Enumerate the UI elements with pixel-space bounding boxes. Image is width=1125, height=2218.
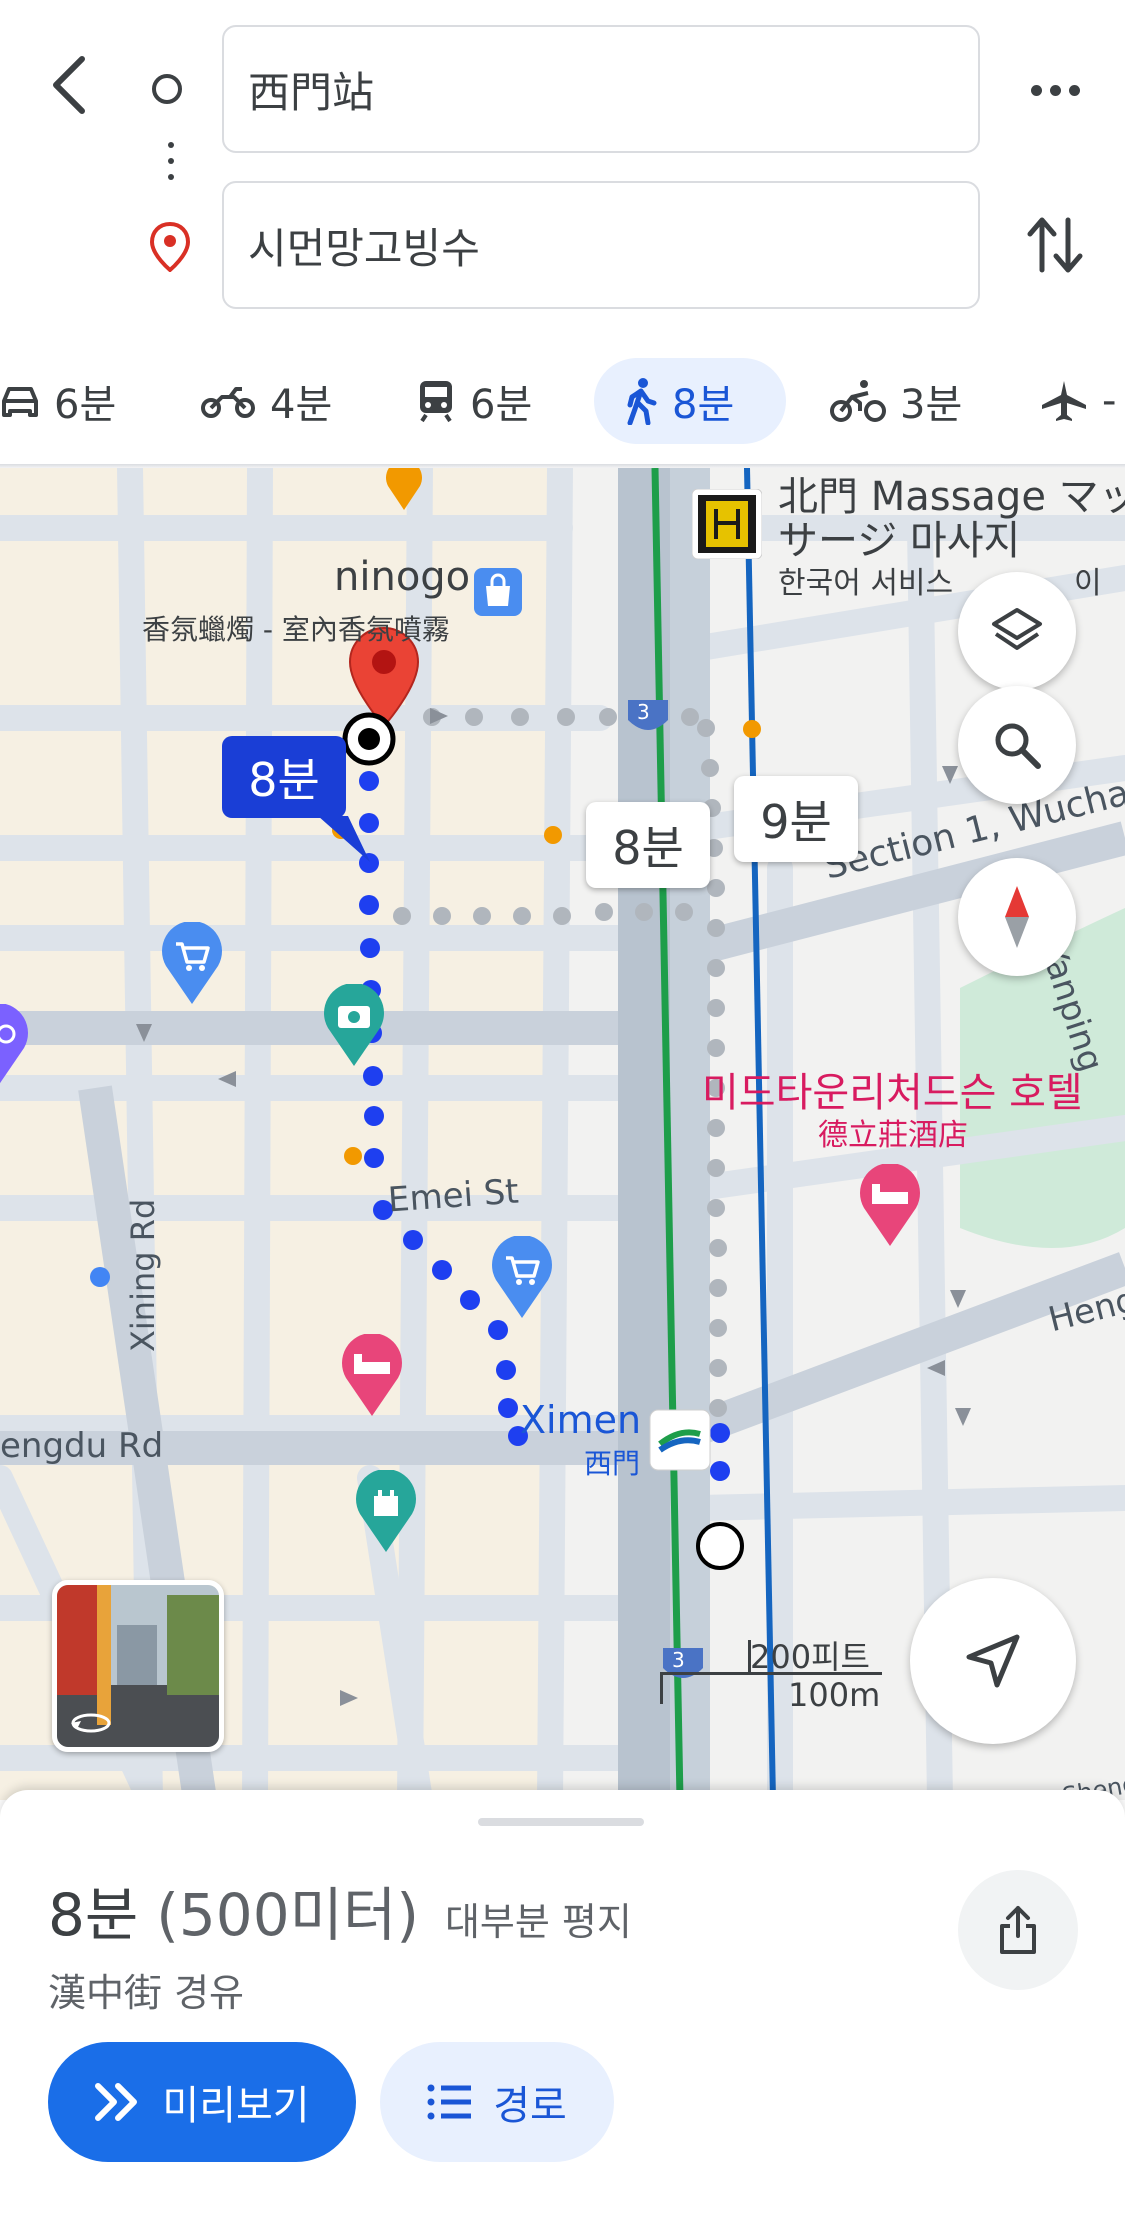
mode-tab-label: 6분 bbox=[470, 382, 533, 428]
map-label-hotel: 德立莊酒店 bbox=[818, 1118, 968, 1153]
mode-tab-bike[interactable]: 3분 bbox=[830, 358, 962, 444]
mode-tab-flight[interactable]: - bbox=[1040, 358, 1116, 444]
rotate-360-icon bbox=[71, 1713, 111, 1733]
shopping-bag-icon[interactable] bbox=[472, 566, 524, 618]
mode-tab-label: 4분 bbox=[270, 382, 333, 428]
preview-label: 미리보기 bbox=[162, 2083, 310, 2129]
map-view[interactable]: 北門 Massage マッ サージ 마사지 한국어 서비스 이 ninogo 香… bbox=[0, 468, 1125, 1800]
route-time-label: 8분 bbox=[612, 821, 684, 875]
route-summary: 8분 (500미터) 대부분 평지 bbox=[48, 1868, 632, 1952]
search-along-route-button[interactable] bbox=[958, 686, 1076, 804]
mode-tab-car[interactable]: 6분 bbox=[0, 358, 116, 444]
restaurant-poi-icon[interactable] bbox=[384, 468, 424, 512]
walk-icon bbox=[627, 378, 657, 425]
landmark-poi-icon[interactable] bbox=[354, 1470, 418, 1554]
scale-tick bbox=[660, 1672, 663, 1704]
mode-tab-transit[interactable]: 6분 bbox=[416, 358, 532, 444]
more-dot-icon bbox=[1049, 84, 1061, 96]
share-icon bbox=[1000, 1906, 1036, 1954]
map-scale: 200피트 100m bbox=[660, 1632, 882, 1714]
mode-tab-label: 3분 bbox=[900, 382, 963, 428]
map-label-street: Xining Rd bbox=[124, 1198, 162, 1352]
map-label-ninogo: ninogo bbox=[334, 554, 471, 600]
swap-button[interactable] bbox=[1020, 210, 1090, 280]
scale-line bbox=[660, 1672, 882, 1675]
route-duration: 8분 bbox=[48, 1881, 139, 1949]
map-label-station: 西門 bbox=[584, 1447, 641, 1480]
directions-header: 西門站 시먼망고빙수 bbox=[0, 0, 1125, 350]
map-label-massage: 한국어 서비스 bbox=[778, 566, 954, 601]
travel-mode-tabs: 6분 4분 6분 8분 3분 - bbox=[0, 358, 1125, 448]
layers-button[interactable] bbox=[958, 572, 1076, 690]
steps-button[interactable]: 경로 bbox=[380, 2042, 614, 2162]
route-via: 漢中街 경유 bbox=[48, 1971, 244, 2015]
mode-tab-walk[interactable]: 8분 bbox=[594, 358, 786, 444]
origin-circle-icon bbox=[152, 74, 182, 104]
scale-tick bbox=[748, 1640, 751, 1674]
connector-dots-icon bbox=[168, 142, 174, 192]
more-dot-icon bbox=[1030, 84, 1042, 96]
route-time-label: 9분 bbox=[760, 795, 832, 849]
mode-tab-label: - bbox=[1102, 378, 1117, 424]
mode-tab-label: 8분 bbox=[672, 382, 735, 428]
destination-dot-icon bbox=[342, 712, 396, 766]
transit-icon bbox=[420, 381, 452, 423]
motorcycle-icon bbox=[201, 387, 255, 418]
route-distance: (500미터) bbox=[156, 1881, 419, 1949]
origin-marker-icon bbox=[696, 1522, 744, 1570]
recenter-button[interactable] bbox=[910, 1578, 1076, 1744]
route-time-label: 8분 bbox=[248, 753, 320, 807]
layers-icon bbox=[992, 608, 1042, 650]
camera-poi-icon[interactable] bbox=[322, 984, 386, 1068]
search-icon bbox=[995, 723, 1041, 769]
route-time-bubble-alt[interactable]: 8분 bbox=[586, 802, 710, 888]
map-label-station: Ximen bbox=[520, 1398, 642, 1442]
bike-icon bbox=[830, 380, 886, 422]
map-label-massage: 이 bbox=[1074, 566, 1102, 601]
route-time-bubble-selected[interactable]: 8분 bbox=[222, 736, 346, 818]
shopping-cart-poi-icon[interactable] bbox=[490, 1236, 554, 1320]
hotel-poi-icon[interactable] bbox=[340, 1334, 404, 1418]
scale-metric-label: 100m bbox=[788, 1676, 881, 1714]
street-view-thumbnail[interactable] bbox=[52, 1580, 224, 1752]
route-terrain: 대부분 평지 bbox=[444, 1900, 632, 1944]
origin-field[interactable]: 西門站 bbox=[222, 25, 980, 153]
metro-station-icon[interactable] bbox=[648, 1408, 712, 1472]
back-button[interactable] bbox=[40, 50, 100, 120]
route-number-shield: 3 bbox=[637, 700, 650, 724]
list-icon bbox=[427, 2084, 472, 2120]
map-label-aroma: 香氛蠟燭 - 室內香氛噴霧 bbox=[142, 613, 450, 646]
more-dot-icon bbox=[1068, 84, 1080, 96]
route-time-bubble-alt[interactable]: 9분 bbox=[734, 776, 858, 862]
poi-edge-icon[interactable] bbox=[0, 1004, 30, 1088]
sheet-drag-handle[interactable] bbox=[478, 1818, 644, 1826]
navigation-arrow-icon bbox=[966, 1634, 1020, 1688]
shopping-cart-poi-icon[interactable] bbox=[160, 922, 224, 1006]
compass-button[interactable] bbox=[958, 858, 1076, 976]
back-arrow-icon bbox=[53, 56, 85, 114]
double-chevron-icon bbox=[95, 2083, 138, 2121]
massage-logo-icon[interactable] bbox=[692, 489, 762, 559]
mode-tab-label: 6분 bbox=[54, 382, 117, 428]
destination-pin-icon bbox=[150, 222, 190, 272]
map-label-street: engdu Rd bbox=[0, 1426, 164, 1466]
destination-field[interactable]: 시먼망고빙수 bbox=[222, 181, 980, 309]
compass-icon bbox=[1005, 886, 1029, 948]
steps-label: 경로 bbox=[493, 2083, 567, 2129]
bubble-tail-icon bbox=[318, 816, 370, 862]
swap-arrows-icon bbox=[1027, 217, 1083, 273]
route-summary-sheet: 8분 (500미터) 대부분 평지 漢中街 경유 미리보기 경로 bbox=[0, 1790, 1125, 2218]
flight-icon bbox=[1042, 381, 1086, 421]
mode-tab-motorcycle[interactable]: 4분 bbox=[200, 358, 332, 444]
preview-button[interactable]: 미리보기 bbox=[48, 2042, 356, 2162]
hotel-poi-icon[interactable] bbox=[858, 1164, 922, 1248]
car-icon bbox=[2, 387, 38, 417]
share-button[interactable] bbox=[958, 1870, 1078, 1990]
more-options-button[interactable] bbox=[1020, 60, 1090, 120]
